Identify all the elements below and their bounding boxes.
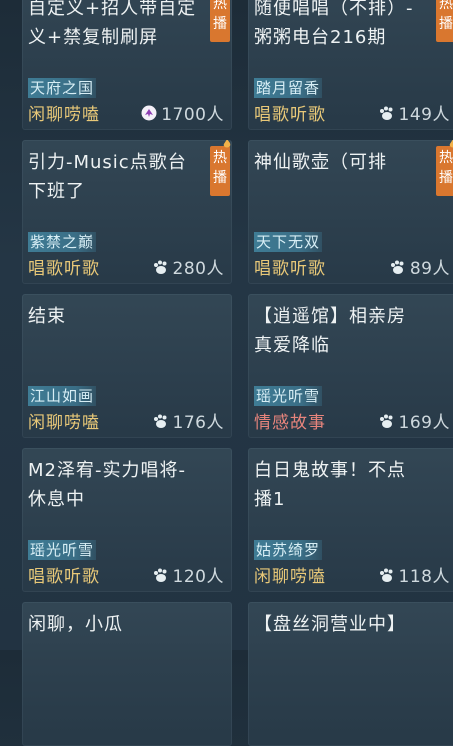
room-title: 结束 [28,306,66,327]
server-tag: 天下无双 [254,232,323,252]
listeners-icon [390,260,404,274]
listener-count: 149人 [378,100,450,125]
server-tag: 江山如画 [28,386,97,406]
room-title: 引力-Music点歌台 下班了 [28,152,187,202]
hot-badge: 热播 [210,140,231,196]
listeners-icon [153,414,167,428]
room-category: 唱歌听歌 [28,567,100,587]
room-category: 唱歌听歌 [254,105,326,125]
room-category: 唱歌听歌 [254,259,326,279]
room-title: 神仙歌壶（可排 [254,152,387,173]
hot-badge-label: 热播 [213,0,227,32]
listeners-icon [153,568,167,582]
room-title: 闲聊，小瓜 [28,614,123,635]
room-title: 白日鬼故事！不点播1 [254,460,406,510]
special-listeners-icon [141,105,157,120]
flame-icon [449,140,453,148]
room-card[interactable]: 引力-Music点歌台 下班了 热播 紫禁之巅 唱歌听歌 280人 [22,140,232,284]
server-tag: 天府之国 [28,78,97,98]
flame-icon [223,140,231,148]
server-tag: 紫禁之巅 [28,232,97,252]
server-tag: 瑶光听雪 [254,386,323,406]
room-list: 自定义+招人带自定义+禁复制刷屏 热播 天府之国 闲聊唠嗑 1700人 随便唱唱… [0,0,453,746]
room-card[interactable]: 随便唱唱（不排）-粥粥电台216期 热播 踏月留香 唱歌听歌 149人 [248,0,453,130]
room-card[interactable]: 结束 江山如画 闲聊唠嗑 176人 [22,294,232,438]
room-card[interactable]: M2泽宥-实力唱将-休息中 瑶光听雪 唱歌听歌 120人 [22,448,232,592]
server-tag: 踏月留香 [254,78,323,98]
server-tag: 姑苏绮罗 [254,540,323,560]
listener-count-text: 176人 [172,413,224,433]
listeners-icon [379,568,393,582]
listeners-icon [379,414,393,428]
room-title: 随便唱唱（不排）-粥粥电台216期 [254,0,414,48]
listener-count-text: 120人 [172,567,224,587]
room-card[interactable]: 【盘丝洞营业中】 [248,602,453,746]
room-card[interactable]: 自定义+招人带自定义+禁复制刷屏 热播 天府之国 闲聊唠嗑 1700人 [22,0,232,130]
hot-badge-label: 热播 [213,150,227,186]
listener-count: 120人 [152,562,224,587]
room-title: 【逍遥馆】相亲房 真爱降临 [254,306,406,356]
room-title: 【盘丝洞营业中】 [254,614,406,635]
room-category: 唱歌听歌 [28,259,100,279]
server-tag: 瑶光听雪 [28,540,97,560]
listener-count-text: 149人 [398,105,450,125]
listeners-icon [153,260,167,274]
listener-count: 89人 [389,254,450,279]
listener-count: 280人 [152,254,224,279]
listener-count-text: 1700人 [161,105,224,125]
hot-badge: 热播 [436,0,453,42]
room-category: 闲聊唠嗑 [28,413,100,433]
hot-badge: 热播 [210,0,230,42]
listener-count: 118人 [378,562,450,587]
hot-badge-label: 热播 [439,0,453,32]
listener-count: 1700人 [140,100,224,125]
hot-badge: 热播 [436,140,453,196]
listener-count: 169人 [378,408,450,433]
room-card[interactable]: 白日鬼故事！不点播1 姑苏绮罗 闲聊唠嗑 118人 [248,448,453,592]
room-category: 闲聊唠嗑 [254,567,326,587]
listener-count-text: 89人 [409,259,450,279]
room-card[interactable]: 闲聊，小瓜 [22,602,232,746]
room-category: 情感故事 [254,413,326,433]
listeners-icon [379,106,393,120]
room-card[interactable]: 【逍遥馆】相亲房 真爱降临 瑶光听雪 情感故事 169人 [248,294,453,438]
room-title: M2泽宥-实力唱将-休息中 [28,460,186,510]
listener-count-text: 280人 [172,259,224,279]
room-category: 闲聊唠嗑 [28,105,100,125]
listener-count: 176人 [152,408,224,433]
listener-count-text: 169人 [398,413,450,433]
hot-badge-label: 热播 [439,150,453,186]
listener-count-text: 118人 [398,567,450,587]
room-title: 自定义+招人带自定义+禁复制刷屏 [28,0,197,48]
room-card[interactable]: 神仙歌壶（可排 热播 天下无双 唱歌听歌 89人 [248,140,453,284]
